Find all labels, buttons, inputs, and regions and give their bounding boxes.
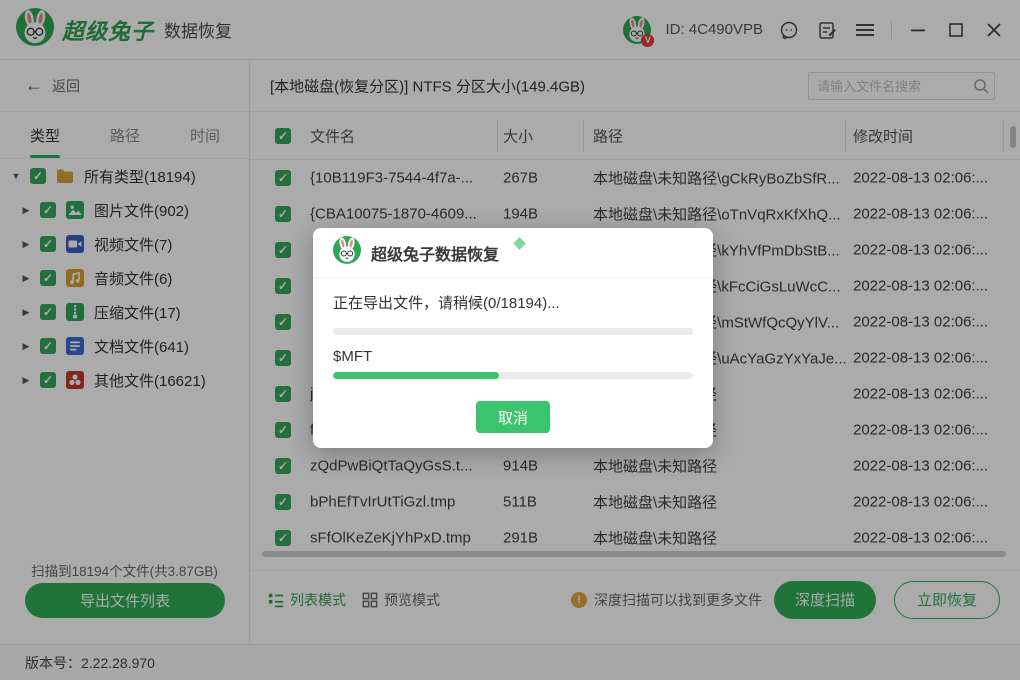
overall-progress-bar bbox=[333, 328, 693, 335]
cancel-button[interactable]: 取消 bbox=[476, 401, 550, 433]
diamond-decoration bbox=[513, 237, 526, 250]
export-progress-dialog: 超级兔子数据恢复 正在导出文件，请稍候(0/18194)... $MFT 取消 bbox=[313, 228, 713, 448]
current-progress-bar bbox=[333, 372, 693, 379]
export-status-text: 正在导出文件，请稍候(0/18194)... bbox=[333, 292, 693, 313]
current-progress-fill bbox=[333, 372, 499, 379]
current-file-name: $MFT bbox=[333, 348, 693, 365]
rabbit-logo-small bbox=[333, 236, 361, 269]
dialog-header: 超级兔子数据恢复 bbox=[313, 228, 713, 278]
dialog-title: 超级兔子数据恢复 bbox=[371, 241, 499, 265]
